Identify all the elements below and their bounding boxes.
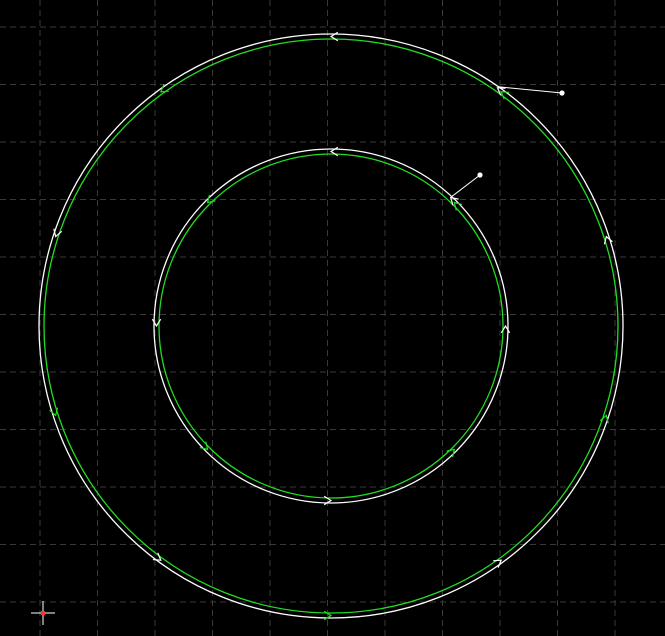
cursor-center <box>41 611 45 615</box>
cad-viewport[interactable] <box>0 0 665 636</box>
lead-in-dot-icon[interactable] <box>477 172 483 178</box>
viewport-background <box>0 0 665 636</box>
lead-in-dot-icon[interactable] <box>559 90 565 96</box>
